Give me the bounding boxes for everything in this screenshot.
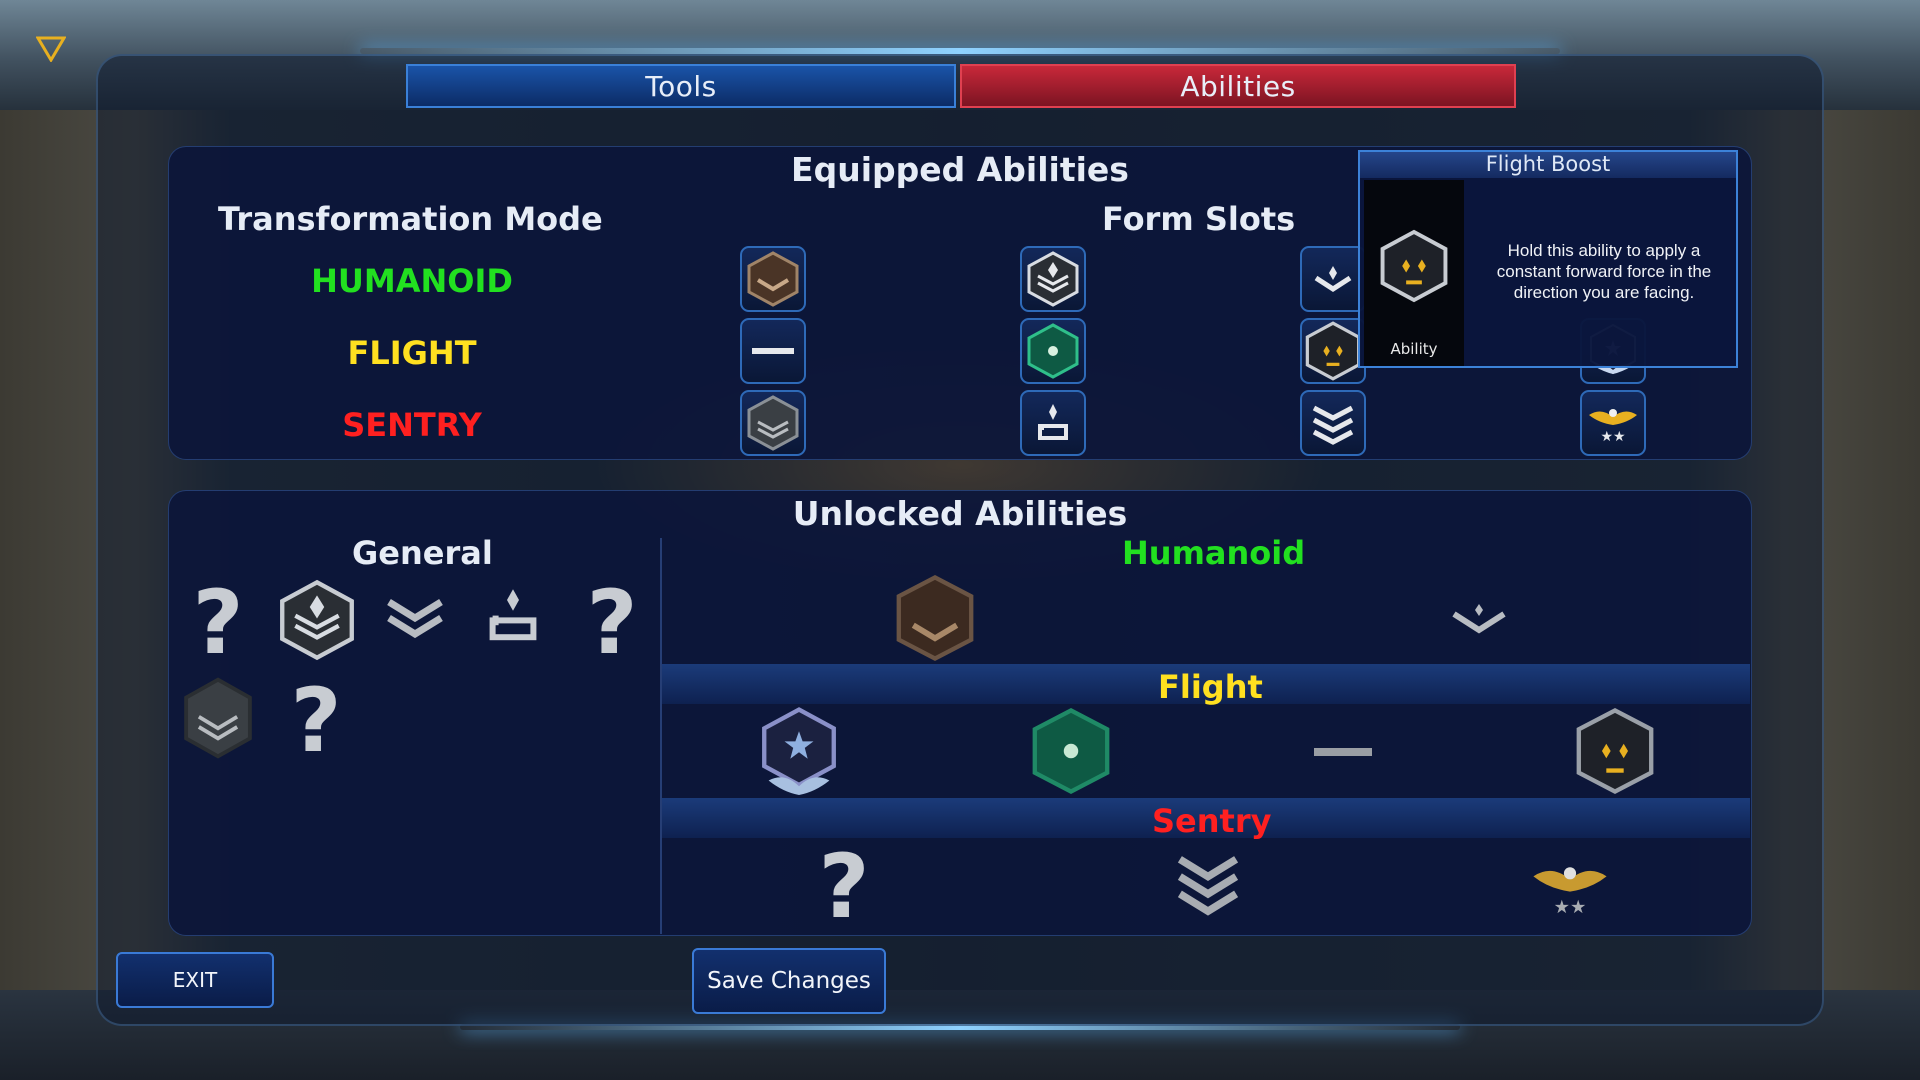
general-ability-2[interactable] <box>380 586 450 650</box>
general-ability-4[interactable] <box>178 674 258 762</box>
corner-triangle-icon <box>36 36 66 62</box>
exit-button[interactable]: EXIT <box>116 952 274 1008</box>
eagle-stars-icon: ★★ <box>1533 867 1607 918</box>
star-wings-hexagon-icon <box>762 707 836 795</box>
triple-chevron-icon <box>1312 405 1354 445</box>
slot-humanoid-2[interactable] <box>1020 246 1086 312</box>
sentry-ability-1[interactable] <box>1170 840 1246 924</box>
svg-text:★★: ★★ <box>1554 897 1587 918</box>
slot-sentry-3[interactable] <box>1300 390 1366 456</box>
grey-chevron-hexagon-icon <box>184 677 252 759</box>
flight-ability-4[interactable] <box>1570 704 1660 798</box>
tooltip-description: Hold this ability to apply a constant fo… <box>1496 241 1712 302</box>
mode-label-humanoid: HUMANOID <box>311 262 513 300</box>
humanoid-ability-2[interactable] <box>1446 596 1512 640</box>
save-changes-button[interactable]: Save Changes <box>692 948 886 1014</box>
locked-ability-icon[interactable]: ? <box>814 842 874 932</box>
locked-ability-icon[interactable]: ? <box>286 676 346 766</box>
flight-header: Flight <box>1158 668 1263 706</box>
green-hexagon-icon <box>1027 323 1079 379</box>
sentry-header: Sentry <box>1152 802 1272 840</box>
tooltip-type: Ability <box>1390 340 1438 358</box>
eagle-stars-icon: ★★ <box>1589 409 1637 445</box>
general-divider <box>660 538 662 934</box>
double-chevron-icon <box>387 599 443 639</box>
diamond-pedestal-icon <box>489 589 537 641</box>
diamond-pedestal-icon <box>1038 404 1068 440</box>
silver-stacked-diamond-icon <box>280 579 354 661</box>
humanoid-ability-1[interactable] <box>890 570 980 666</box>
silver-bar-icon <box>752 348 794 354</box>
equipped-abilities-title: Equipped Abilities <box>791 150 1129 189</box>
general-ability-1[interactable] <box>272 574 362 666</box>
slot-sentry-2[interactable] <box>1020 390 1086 456</box>
mode-label-flight: FLIGHT <box>347 334 477 372</box>
silver-bar-icon <box>1314 748 1372 756</box>
slot-sentry-4[interactable]: ★★ <box>1580 390 1646 456</box>
tooltip-icon-box: Ability <box>1364 180 1464 366</box>
svg-text:★★: ★★ <box>1600 429 1625 445</box>
silver-chevron-diamond-icon <box>1314 266 1352 292</box>
slot-humanoid-1[interactable] <box>740 246 806 312</box>
silver-stacked-diamond-icon <box>1027 251 1079 307</box>
slot-flight-2[interactable] <box>1020 318 1086 384</box>
grey-chevron-hexagon-icon <box>747 395 799 451</box>
flight-ability-1[interactable] <box>754 704 844 802</box>
general-ability-3[interactable] <box>480 582 546 654</box>
general-header: General <box>352 534 493 572</box>
silver-chevron-diamond-icon <box>1452 604 1506 634</box>
slot-flight-3[interactable] <box>1300 318 1366 384</box>
ability-tooltip: Flight Boost Ability Hold this ability t… <box>1358 150 1738 368</box>
locked-ability-icon[interactable]: ? <box>188 578 248 668</box>
locked-ability-icon[interactable]: ? <box>582 578 642 668</box>
gold-diamonds-hexagon-icon <box>1576 707 1654 795</box>
flight-ability-3[interactable] <box>1310 740 1376 764</box>
green-hexagon-icon <box>1032 707 1110 795</box>
gold-diamonds-hexagon-icon <box>1380 229 1448 303</box>
triple-chevron-icon <box>1177 856 1239 916</box>
tab-abilities[interactable]: Abilities <box>960 64 1516 108</box>
mode-label-sentry: SENTRY <box>342 406 482 444</box>
slot-humanoid-3[interactable] <box>1300 246 1366 312</box>
tab-tools[interactable]: Tools <box>406 64 956 108</box>
form-slots-header: Form Slots <box>1102 200 1296 238</box>
gold-diamonds-hexagon-icon <box>1305 321 1361 381</box>
slot-sentry-1[interactable] <box>740 390 806 456</box>
bronze-chevron-icon <box>896 574 974 662</box>
unlocked-abilities-title: Unlocked Abilities <box>792 494 1128 533</box>
tooltip-title: Flight Boost <box>1360 152 1736 178</box>
flight-ability-2[interactable] <box>1026 704 1116 798</box>
sentry-ability-2[interactable]: ★★ <box>1524 852 1616 922</box>
humanoid-header: Humanoid <box>1122 534 1306 572</box>
slot-flight-1[interactable] <box>740 318 806 384</box>
bronze-chevron-icon <box>747 251 799 307</box>
transformation-mode-header: Transformation Mode <box>218 200 603 238</box>
